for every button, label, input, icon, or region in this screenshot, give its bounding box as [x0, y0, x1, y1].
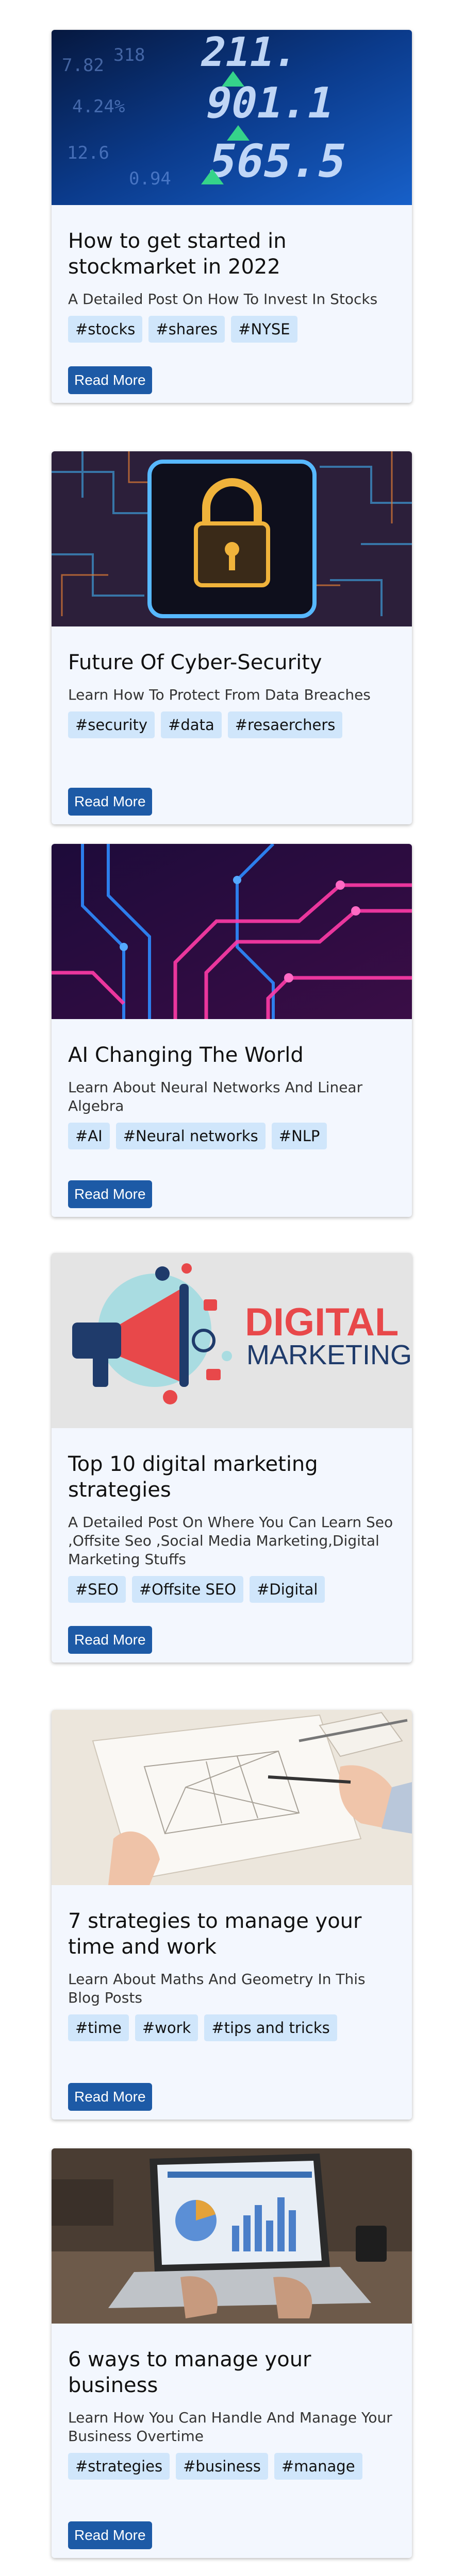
- read-more-button[interactable]: Read More: [68, 2521, 152, 2549]
- svg-text:211.: 211.: [196, 30, 303, 76]
- tag-list: #security #data #resaerchers: [68, 711, 395, 738]
- post-subtitle: A Detailed Post On How To Invest In Stoc…: [68, 291, 378, 308]
- svg-text:4.24%: 4.24%: [72, 96, 125, 117]
- tag-list: #strategies #business #manage: [68, 2453, 395, 2480]
- tag[interactable]: #shares: [148, 316, 225, 343]
- svg-text:318: 318: [113, 45, 145, 65]
- read-more-button[interactable]: Read More: [68, 2083, 152, 2111]
- post-title: How to get started in stockmarket in 202…: [68, 229, 287, 279]
- post-image: [52, 451, 412, 626]
- tag[interactable]: #work: [135, 2014, 198, 2041]
- marketing-heading: DIGITAL: [245, 1300, 399, 1344]
- post-card: DIGITAL MARKETING Top 10 digital marketi…: [52, 1253, 412, 1663]
- post-subtitle: Learn About Neural Networks And Linear A…: [68, 1079, 363, 1114]
- post-subtitle: Learn How You Can Handle And Manage Your…: [68, 2409, 392, 2445]
- tag[interactable]: #Offsite SEO: [131, 1576, 244, 1603]
- post-title: 6 ways to manage your business: [68, 2348, 311, 2397]
- post-card: Future Of Cyber-Security Learn How To Pr…: [52, 451, 412, 824]
- tag[interactable]: #SEO: [68, 1576, 126, 1603]
- read-more-button[interactable]: Read More: [68, 788, 152, 816]
- tag-list: #AI #Neural networks #NLP: [68, 1123, 395, 1149]
- tag-list: #time #work #tips and tricks: [68, 2014, 395, 2041]
- tag[interactable]: #Digital: [250, 1576, 325, 1603]
- tag[interactable]: #strategies: [68, 2453, 170, 2480]
- post-card: 211. 901.1 565.5 7.82 4.24% 12.6 318 0.94 H…: [52, 30, 412, 403]
- post-image: 211. 901.1 565.5 7.82 4.24% 12.6 318 0.94: [52, 30, 412, 205]
- post-image: [52, 1710, 412, 1885]
- svg-text:0.94: 0.94: [129, 168, 171, 189]
- post-title: Top 10 digital marketing strategies: [68, 1452, 318, 1502]
- tag[interactable]: #NLP: [271, 1123, 327, 1149]
- post-image: [52, 844, 412, 1019]
- tag[interactable]: #tips and tricks: [204, 2014, 337, 2041]
- tag-list: #stocks #shares #NYSE: [68, 316, 395, 343]
- tag[interactable]: #Neural networks: [115, 1123, 266, 1149]
- post-feed: 211. 901.1 565.5 7.82 4.24% 12.6 318 0.94 H…: [0, 0, 464, 2576]
- post-card: 7 strategies to manage your time and wor…: [52, 1710, 412, 2120]
- read-more-button[interactable]: Read More: [68, 1626, 152, 1654]
- tag-list: #SEO #Offsite SEO #Digital: [68, 1576, 395, 1603]
- post-subtitle: Learn How To Protect From Data Breaches: [68, 686, 371, 703]
- post-image: [52, 2148, 412, 2324]
- post-card: AI Changing The World Learn About Neural…: [52, 844, 412, 1217]
- post-subtitle: Learn About Maths And Geometry In This B…: [68, 1971, 366, 2006]
- svg-text:12.6: 12.6: [67, 143, 109, 163]
- svg-text:7.82: 7.82: [62, 55, 104, 76]
- tag[interactable]: #security: [68, 711, 155, 738]
- post-subtitle: A Detailed Post On Where You Can Learn S…: [68, 1514, 393, 1568]
- tag[interactable]: #data: [161, 711, 222, 738]
- post-title: 7 strategies to manage your time and wor…: [68, 1909, 362, 1959]
- tag[interactable]: #stocks: [68, 316, 143, 343]
- svg-text:565.5: 565.5: [204, 134, 352, 188]
- post-title: Future Of Cyber-Security: [68, 651, 322, 674]
- svg-text:901.1: 901.1: [201, 78, 339, 128]
- tag[interactable]: #manage: [274, 2453, 362, 2480]
- tag[interactable]: #resaerchers: [227, 711, 343, 738]
- tag[interactable]: #NYSE: [231, 316, 297, 343]
- tag[interactable]: #AI: [68, 1123, 110, 1149]
- post-card: 6 ways to manage your business Learn How…: [52, 2148, 412, 2558]
- read-more-button[interactable]: Read More: [68, 366, 152, 394]
- read-more-button[interactable]: Read More: [68, 1180, 152, 1208]
- marketing-subheading: MARKETING: [246, 1340, 412, 1370]
- tag[interactable]: #business: [176, 2453, 268, 2480]
- post-title: AI Changing The World: [68, 1043, 304, 1067]
- tag[interactable]: #time: [68, 2014, 129, 2041]
- post-image: DIGITAL MARKETING: [52, 1253, 412, 1428]
